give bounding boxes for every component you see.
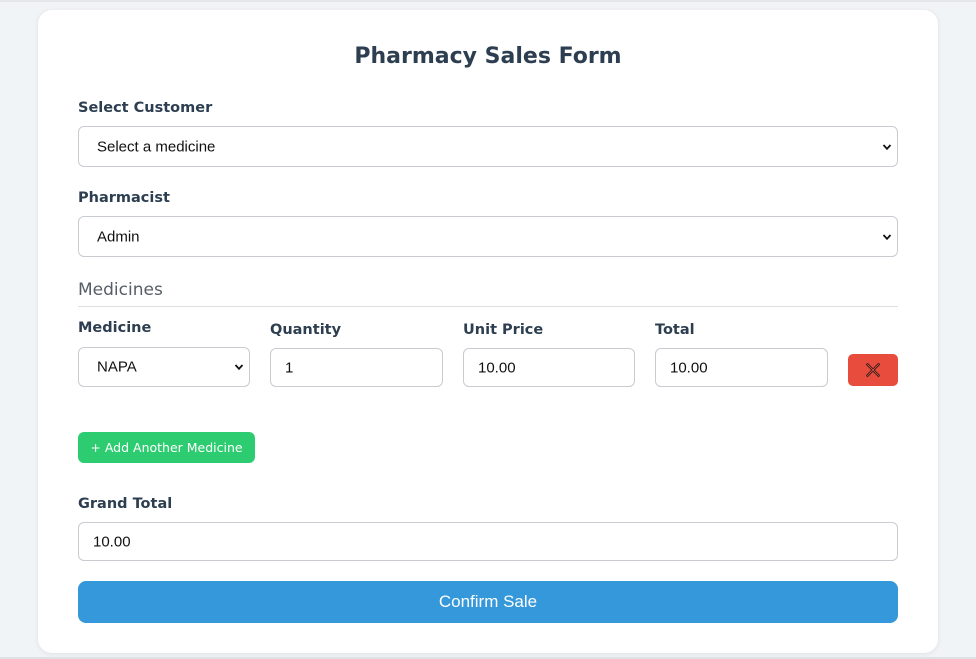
pharmacist-select[interactable]: Admin <box>78 216 898 257</box>
row-total-value: 10.00 <box>670 359 708 376</box>
quantity-value: 1 <box>285 359 294 376</box>
page-title: Pharmacy Sales Form <box>354 44 622 69</box>
remove-medicine-button[interactable] <box>848 354 898 386</box>
row-total-input[interactable]: 10.00 <box>655 348 828 387</box>
add-medicine-button[interactable]: + Add Another Medicine <box>78 432 255 463</box>
chevron-down-icon <box>234 364 244 371</box>
medicine-select-value: NAPA <box>97 358 137 376</box>
grand-total-label: Grand Total <box>78 496 173 512</box>
quantity-input[interactable]: 1 <box>270 348 443 387</box>
medicine-column-label: Medicine <box>78 320 152 336</box>
section-divider <box>78 306 898 307</box>
close-icon <box>866 363 880 377</box>
total-column-label: Total <box>655 322 695 338</box>
window-top-border <box>0 0 976 2</box>
customer-select-value: Select a medicine <box>97 138 216 155</box>
unit-price-value: 10.00 <box>478 359 516 376</box>
grand-total-field[interactable]: 10.00 <box>78 522 898 561</box>
medicine-select[interactable]: NAPA <box>78 347 250 387</box>
quantity-column-label: Quantity <box>270 322 342 338</box>
medicines-section-heading: Medicines <box>78 280 163 300</box>
pharmacist-select-value: Admin <box>97 228 140 245</box>
grand-total-value: 10.00 <box>93 533 131 550</box>
customer-label: Select Customer <box>78 100 213 116</box>
unit-price-column-label: Unit Price <box>463 322 544 338</box>
chevron-down-icon <box>882 233 892 240</box>
pharmacist-label: Pharmacist <box>78 190 170 206</box>
unit-price-input[interactable]: 10.00 <box>463 348 635 387</box>
sales-form-card: Pharmacy Sales Form Select Customer Sele… <box>38 10 938 653</box>
customer-select[interactable]: Select a medicine <box>78 126 898 167</box>
chevron-down-icon <box>882 143 892 150</box>
confirm-sale-button[interactable]: Confirm Sale <box>78 581 898 623</box>
